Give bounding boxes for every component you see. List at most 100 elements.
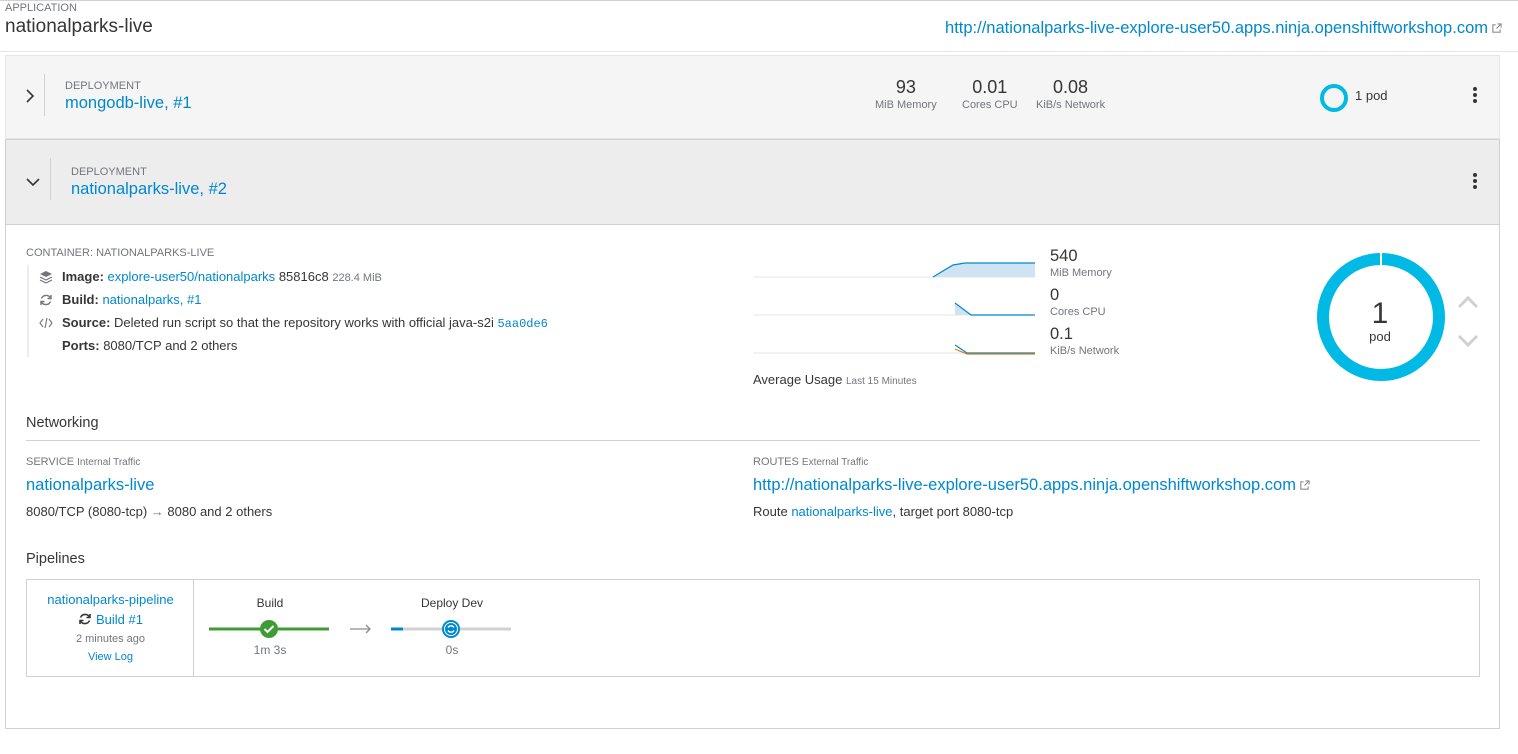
deployment-revision-link[interactable]: #1 bbox=[173, 94, 191, 112]
network-value: 0.08 bbox=[1053, 77, 1089, 97]
chevron-right-icon[interactable] bbox=[22, 88, 38, 104]
service-caption: SERVICE Internal Traffic bbox=[26, 456, 140, 468]
stage-time: 0s bbox=[445, 643, 459, 657]
image-size: 228.4 MiB bbox=[332, 272, 382, 284]
networking-divider bbox=[26, 440, 1480, 441]
stage-deploy-progress[interactable] bbox=[391, 619, 513, 639]
route-url-link[interactable]: http://nationalparks-live-explore-user50… bbox=[753, 476, 1310, 495]
network-usage-label: KiB/s Network bbox=[1050, 345, 1120, 357]
service-cap-label: SERVICE bbox=[26, 456, 75, 468]
deployment-separator: , bbox=[164, 94, 169, 112]
memory-usage-label: MiB Memory bbox=[1050, 267, 1112, 279]
build-label: Build: bbox=[62, 292, 99, 307]
kebab-menu-icon[interactable] bbox=[1473, 87, 1477, 103]
pod-count-label: 1 pod bbox=[1355, 88, 1388, 103]
networking-title: Networking bbox=[26, 415, 99, 431]
application-route-link[interactable]: http://nationalparks-live-explore-user50… bbox=[945, 19, 1502, 38]
deployment-name[interactable]: mongodb-live, #1 bbox=[65, 94, 192, 113]
code-icon bbox=[39, 317, 53, 329]
pod-count: 1 bbox=[1371, 297, 1389, 330]
pipeline-link[interactable]: nationalparks-pipeline bbox=[27, 592, 194, 607]
route-prefix: Route bbox=[753, 504, 788, 519]
memory-sparkline bbox=[753, 262, 1035, 278]
external-link-icon bbox=[1492, 23, 1502, 33]
service-ports-b: 8080 and 2 others bbox=[167, 504, 273, 519]
cpu-usage-label: Cores CPU bbox=[1050, 306, 1106, 318]
image-hash: 85816c8 bbox=[278, 269, 329, 284]
pod-label: pod bbox=[1369, 329, 1391, 344]
pipeline-summary: nationalparks-pipeline Build #1 2 minute… bbox=[27, 580, 194, 676]
build-number-link[interactable]: #1 bbox=[187, 292, 201, 307]
layers-icon bbox=[39, 271, 53, 284]
sync-icon bbox=[79, 613, 91, 625]
kebab-menu-icon[interactable] bbox=[1473, 173, 1477, 189]
stage-build-progress[interactable] bbox=[209, 619, 331, 639]
commit-link[interactable]: 5aa0de6 bbox=[497, 317, 547, 331]
build-link[interactable]: nationalparks bbox=[102, 292, 179, 307]
memory-usage-value: 540 bbox=[1050, 247, 1078, 265]
routes-caption: ROUTES External Traffic bbox=[753, 456, 868, 468]
memory-label: MiB Memory bbox=[875, 99, 937, 111]
cpu-metric: 0.01 Cores CPU bbox=[962, 76, 1018, 112]
divider bbox=[50, 158, 51, 200]
average-usage: Average Usage Last 15 Minutes bbox=[753, 372, 917, 387]
external-link-icon bbox=[1300, 480, 1310, 490]
service-link[interactable]: nationalparks-live bbox=[26, 476, 154, 495]
pod-donut-small[interactable] bbox=[1318, 82, 1350, 114]
service-ports-a: 8080/TCP (8080-tcp) bbox=[26, 504, 148, 519]
build-row: Build: nationalparks, #1 bbox=[29, 288, 548, 311]
scale-up-icon[interactable] bbox=[1456, 294, 1480, 310]
route-link[interactable]: nationalparks-live bbox=[791, 504, 892, 519]
ports-text: 8080/TCP and 2 others bbox=[103, 338, 238, 353]
deployment-link[interactable]: mongodb-live bbox=[65, 94, 164, 112]
deployment-link[interactable]: nationalparks-live bbox=[71, 180, 199, 198]
routes-cap-label: ROUTES bbox=[753, 456, 799, 468]
image-link[interactable]: explore-user50/nationalparks bbox=[108, 269, 276, 284]
memory-metric: 93 MiB Memory bbox=[875, 76, 937, 112]
service-cap-sub: Internal Traffic bbox=[77, 457, 141, 468]
application-name: nationalparks-live bbox=[5, 16, 153, 37]
cpu-value: 0.01 bbox=[972, 77, 1008, 97]
network-usage-value: 0.1 bbox=[1050, 325, 1073, 343]
deployment-details-panel: CONTAINER: NATIONALPARKS-LIVE Image: exp… bbox=[5, 225, 1500, 729]
pipelines-title: Pipelines bbox=[26, 551, 85, 567]
source-label: Source: bbox=[62, 315, 111, 330]
deployment-revision-link[interactable]: #2 bbox=[209, 180, 227, 198]
route-details: Route nationalparks-live, target port 80… bbox=[753, 504, 1013, 519]
refresh-icon bbox=[40, 294, 52, 306]
container-title: CONTAINER: NATIONALPARKS-LIVE bbox=[26, 247, 215, 259]
pipeline-time-ago: 2 minutes ago bbox=[75, 633, 146, 645]
deployment-name[interactable]: nationalparks-live, #2 bbox=[71, 180, 227, 199]
build-separator: , bbox=[179, 292, 184, 307]
container-info: Image: explore-user50/nationalparks 8581… bbox=[27, 265, 548, 357]
deployment-row-nationalparks[interactable]: DEPLOYMENT nationalparks-live, #2 bbox=[5, 139, 1500, 225]
chevron-down-icon[interactable] bbox=[25, 174, 41, 190]
image-label: Image: bbox=[62, 269, 104, 284]
service-ports: 8080/TCP (8080-tcp) → 8080 and 2 others bbox=[26, 504, 272, 519]
network-sparkline bbox=[753, 344, 1035, 355]
network-metric: 0.08 KiB/s Network bbox=[1036, 76, 1105, 112]
divider bbox=[44, 74, 45, 116]
cpu-label: Cores CPU bbox=[962, 99, 1018, 111]
pipeline-build-link[interactable]: Build #1 bbox=[96, 612, 143, 627]
cpu-sparkline bbox=[753, 302, 1035, 316]
ports-label: Ports: bbox=[62, 338, 100, 353]
view-log-link[interactable]: View Log bbox=[27, 651, 194, 663]
deployment-label: DEPLOYMENT bbox=[71, 166, 147, 178]
application-header: APPLICATION nationalparks-live http://na… bbox=[0, 0, 1518, 52]
image-row: Image: explore-user50/nationalparks 8581… bbox=[29, 265, 548, 288]
average-usage-range: Last 15 Minutes bbox=[846, 376, 917, 387]
ports-row: Ports: 8080/TCP and 2 others bbox=[29, 334, 548, 357]
routes-cap-sub: External Traffic bbox=[801, 457, 869, 468]
route-url[interactable]: http://nationalparks-live-explore-user50… bbox=[753, 476, 1296, 494]
pipeline-box: nationalparks-pipeline Build #1 2 minute… bbox=[26, 579, 1480, 677]
pipeline-build[interactable]: Build #1 bbox=[27, 612, 194, 627]
source-message: Deleted run script so that the repositor… bbox=[114, 315, 494, 330]
stage-name: Deploy Dev bbox=[420, 596, 484, 610]
application-route-url[interactable]: http://nationalparks-live-explore-user50… bbox=[945, 19, 1488, 37]
deployment-row-mongodb[interactable]: DEPLOYMENT mongodb-live, #1 93 MiB Memor… bbox=[5, 55, 1500, 139]
cpu-usage-value: 0 bbox=[1050, 286, 1060, 304]
arrow-right-icon: → bbox=[150, 504, 164, 519]
deployment-label: DEPLOYMENT bbox=[65, 80, 141, 92]
scale-down-icon[interactable] bbox=[1456, 333, 1480, 349]
